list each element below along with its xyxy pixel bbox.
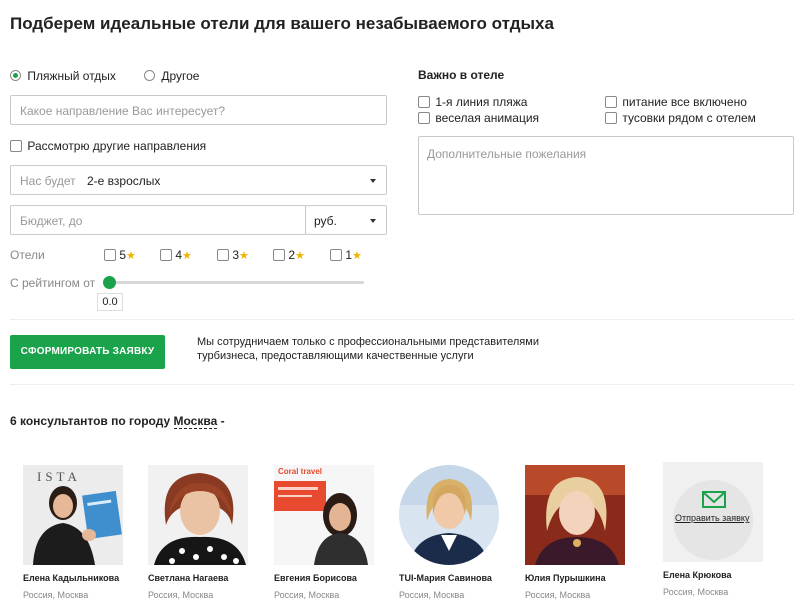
consultant-city: Россия, Москва (23, 590, 89, 600)
consultant-name[interactable]: Елена Кадыльникова (23, 573, 123, 583)
consultant-card[interactable]: TUI-Мария Савинова Россия, Москва (399, 465, 499, 600)
option-nightlife[interactable]: тусовки рядом с отелем (605, 111, 756, 125)
page-title: Подберем идеальные отели для вашего неза… (10, 14, 554, 33)
consultant-photo[interactable]: Coral travel (274, 465, 374, 565)
consultant-photo[interactable] (399, 465, 499, 565)
star-filter-1[interactable]: 1★ (330, 248, 362, 262)
star-icon: ★ (182, 250, 192, 262)
submit-button[interactable]: СФОРМИРОВАТЬ ЗАЯВКУ (10, 335, 165, 369)
budget-placeholder: Бюджет, до (20, 214, 83, 228)
consultant-card[interactable]: Отправить заявку Елена Крюкова Россия, М… (663, 462, 763, 597)
consultant-photo[interactable]: Отправить заявку (663, 462, 763, 562)
city-selector-link[interactable]: Москва (173, 414, 218, 429)
consultant-card[interactable]: Светлана Нагаева Россия, Москва (148, 465, 248, 600)
star-icon: ★ (295, 250, 305, 262)
option-all-inclusive[interactable]: питание все включено (605, 95, 747, 109)
divider (10, 384, 794, 385)
option-animation[interactable]: веселая анимация (418, 111, 539, 125)
consultant-city: Россия, Москва (663, 587, 729, 597)
star-icon: ★ (239, 250, 249, 262)
checkbox-box[interactable] (418, 112, 430, 124)
photo-brand-text: ISTA (37, 469, 81, 484)
rating-label: С рейтингом от (10, 276, 96, 290)
star-icon: ★ (126, 250, 136, 262)
chevron-down-icon (370, 179, 376, 183)
consider-other-checkbox[interactable]: Рассмотрю другие направления (10, 139, 206, 153)
avatar (274, 465, 374, 565)
cooperation-text-line-1: Мы сотрудничаем только с профессиональны… (197, 336, 539, 348)
avatar (663, 462, 763, 562)
destination-input[interactable]: Какое направление Вас интересует? (10, 95, 387, 125)
photo-brand-text: Coral travel (278, 467, 323, 476)
consultant-city: Россия, Москва (399, 590, 465, 600)
important-title: Важно в отеле (418, 68, 505, 82)
star-filter-3[interactable]: 3★ (217, 248, 249, 262)
consultant-name[interactable]: Елена Крюкова (663, 570, 763, 580)
radio-indicator[interactable] (144, 70, 155, 81)
hotels-label: Отели (10, 248, 45, 262)
checkbox-box[interactable] (418, 96, 430, 108)
currency-select[interactable]: руб. (305, 205, 387, 235)
guests-value: 2-е взрослых (87, 174, 161, 188)
consider-other-label: Рассмотрю другие направления (27, 139, 207, 153)
option-first-line[interactable]: 1-я линия пляжа (418, 95, 527, 109)
consultant-card[interactable]: Юлия Пурышкина Россия, Москва (525, 465, 625, 600)
star-icon: ★ (352, 250, 362, 262)
consultants-heading: 6 консультантов по городу Москва - (10, 414, 225, 429)
radio-indicator-checked[interactable] (10, 70, 21, 81)
budget-input[interactable]: Бюджет, до (10, 205, 306, 235)
avatar (148, 465, 248, 565)
consultant-photo[interactable]: ISTA (23, 465, 123, 565)
checkbox-box[interactable] (104, 249, 116, 261)
option-label: питание все включено (622, 95, 747, 109)
star-filter-4[interactable]: 4★ (160, 248, 192, 262)
chevron-down-icon (370, 219, 376, 223)
city-selector-dash[interactable]: - (221, 414, 225, 428)
radio-other-label: Другое (161, 69, 200, 83)
checkbox-box[interactable] (10, 140, 22, 152)
consultant-city: Россия, Москва (148, 590, 214, 600)
consultants-heading-text: 6 консультантов по городу (10, 414, 171, 428)
cooperation-text-line-2: турбизнеса, предоставляющими качественны… (197, 350, 474, 362)
consultant-card[interactable]: Coral travel Евгения Борисова Россия, Мо… (274, 465, 374, 600)
checkbox-box[interactable] (605, 112, 617, 124)
wishes-textarea[interactable]: Дополнительные пожелания (418, 136, 794, 215)
currency-value: руб. (314, 214, 337, 228)
consultant-photo[interactable] (525, 465, 625, 565)
wishes-placeholder: Дополнительные пожелания (427, 147, 587, 161)
radio-beach[interactable]: Пляжный отдых (10, 69, 116, 83)
checkbox-box[interactable] (160, 249, 172, 261)
checkbox-box[interactable] (273, 249, 285, 261)
avatar (399, 465, 499, 565)
guests-select[interactable]: Нас будет 2-е взрослых (10, 165, 387, 195)
consultant-card[interactable]: ISTA Елена Кадыльникова Россия, Москва (23, 465, 123, 600)
option-label: 1-я линия пляжа (435, 95, 528, 109)
star-filter-5[interactable]: 5★ (104, 248, 136, 262)
rating-value: 0.0 (97, 293, 123, 311)
consultant-name[interactable]: Юлия Пурышкина (525, 573, 625, 583)
checkbox-box[interactable] (605, 96, 617, 108)
consultant-name[interactable]: Евгения Борисова (274, 573, 374, 583)
star-filter-2[interactable]: 2★ (273, 248, 305, 262)
consultant-photo[interactable] (148, 465, 248, 565)
consultant-city: Россия, Москва (274, 590, 340, 600)
avatar (525, 465, 625, 565)
divider (10, 319, 794, 320)
radio-other[interactable]: Другое (144, 69, 199, 83)
checkbox-box[interactable] (330, 249, 342, 261)
destination-placeholder: Какое направление Вас интересует? (20, 104, 226, 118)
option-label: веселая анимация (435, 111, 540, 125)
consultant-city: Россия, Москва (525, 590, 591, 600)
consultant-name[interactable]: Светлана Нагаева (148, 573, 248, 583)
rating-slider-track[interactable] (104, 281, 364, 284)
consultant-name[interactable]: TUI-Мария Савинова (399, 573, 499, 583)
option-label: тусовки рядом с отелем (622, 111, 756, 125)
rating-slider-handle[interactable] (103, 276, 116, 289)
guests-label: Нас будет (20, 174, 76, 188)
radio-beach-label: Пляжный отдых (27, 69, 116, 83)
checkbox-box[interactable] (217, 249, 229, 261)
send-request-link[interactable]: Отправить заявку (675, 513, 749, 523)
